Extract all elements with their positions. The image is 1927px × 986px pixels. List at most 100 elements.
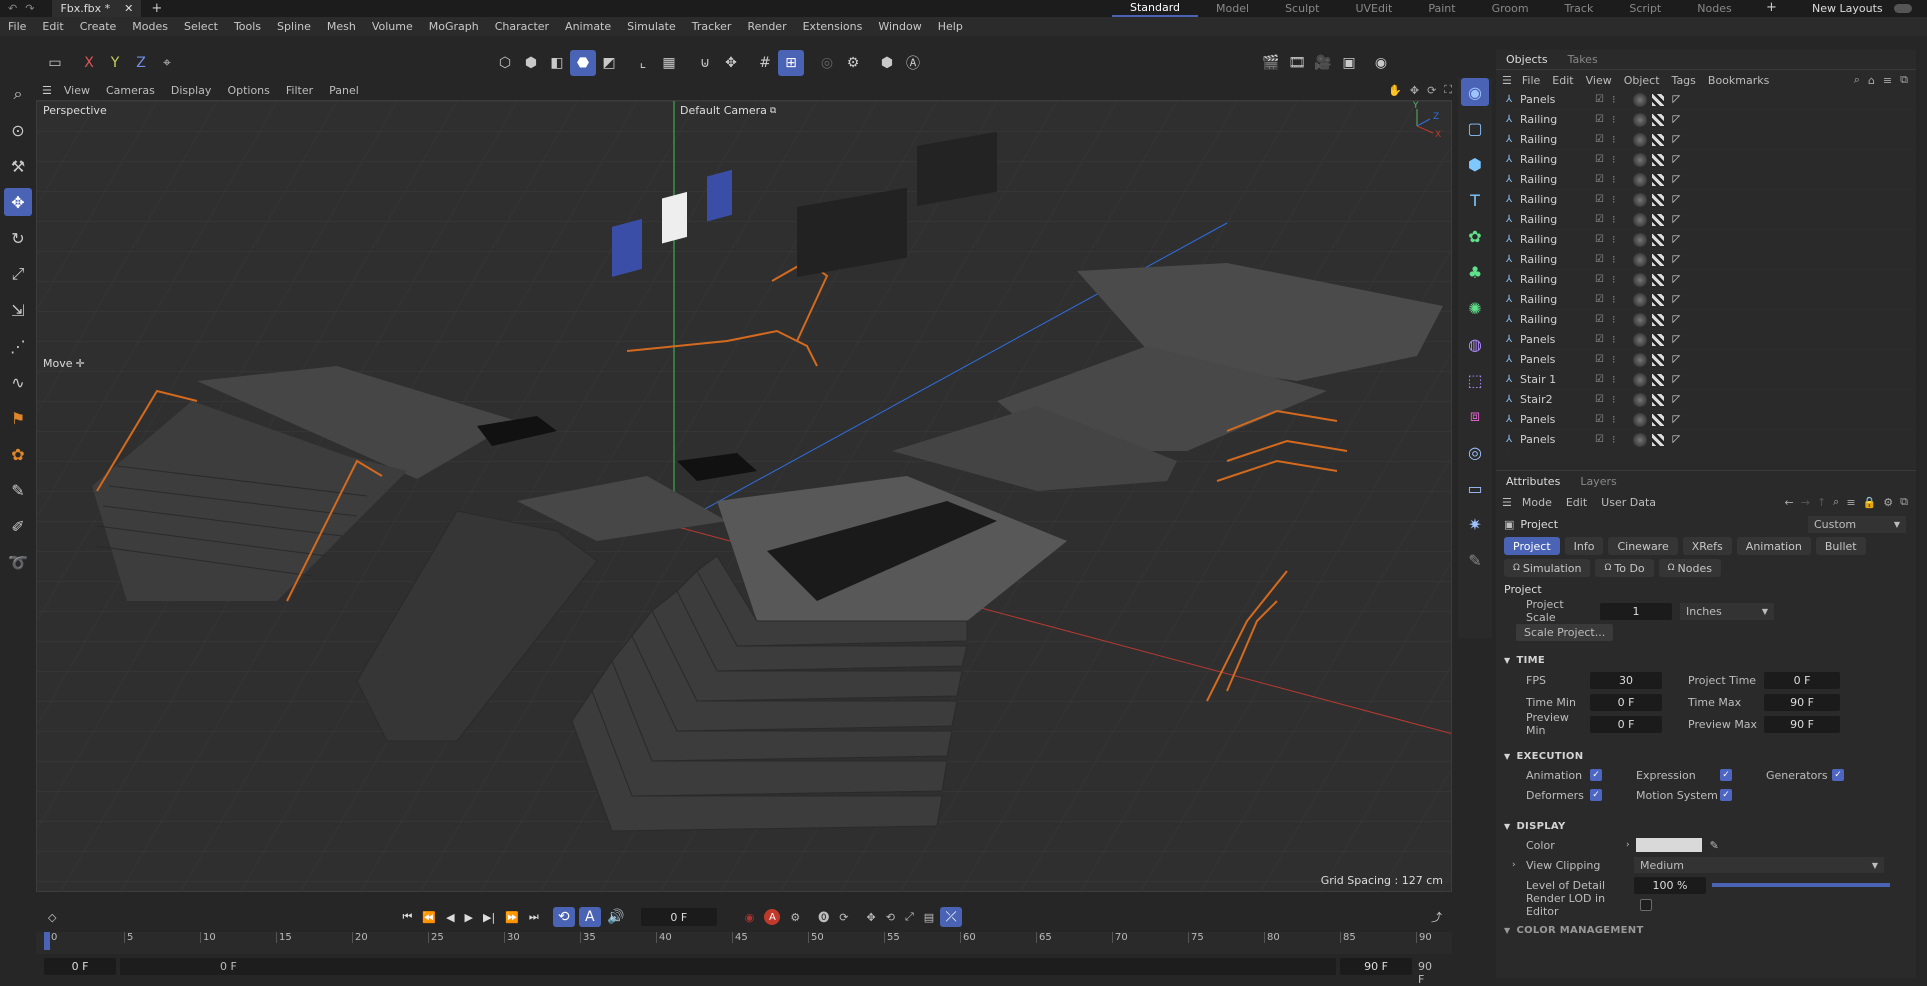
- object-row[interactable]: ⅄ Railing ☑ ⁝ ◸: [1506, 270, 1916, 290]
- autokey-icon[interactable]: A: [764, 909, 781, 925]
- uv-tag-icon[interactable]: [1652, 413, 1665, 426]
- layer-dots-icon[interactable]: ⁝: [1612, 213, 1616, 226]
- fps-field[interactable]: 30: [1590, 671, 1662, 689]
- attr-tab-info[interactable]: Info: [1564, 537, 1604, 555]
- model-mode-icon[interactable]: ⬣: [570, 50, 596, 76]
- material-tag-icon[interactable]: [1633, 272, 1648, 287]
- visibility-icon[interactable]: ☑: [1595, 314, 1604, 325]
- material-tag-icon[interactable]: [1633, 112, 1648, 127]
- object-row[interactable]: ⅄ Panels ☑ ⁝ ◸: [1506, 430, 1916, 450]
- objects-menu-file[interactable]: File: [1522, 74, 1540, 87]
- menu-file[interactable]: File: [8, 20, 26, 33]
- layer-dots-icon[interactable]: ⁝: [1612, 313, 1616, 326]
- menu-spline[interactable]: Spline: [277, 20, 311, 33]
- layout-tab-nodes[interactable]: Nodes: [1679, 0, 1749, 17]
- keyframe-icon[interactable]: ◇: [48, 911, 56, 924]
- record-icon[interactable]: ◉: [745, 911, 755, 924]
- lod-slider[interactable]: [1712, 883, 1890, 887]
- viewport[interactable]: Y X Z Perspective Default Camera ⧉ Move …: [36, 100, 1452, 892]
- object-row[interactable]: ⅄ Railing ☑ ⁝ ◸: [1506, 190, 1916, 210]
- menu-edit[interactable]: Edit: [42, 20, 63, 33]
- material-tag-icon[interactable]: [1633, 132, 1648, 147]
- search-icon[interactable]: ⌕: [1833, 495, 1839, 509]
- attr-tab-bullet[interactable]: Bullet: [1815, 537, 1866, 555]
- layer-dots-icon[interactable]: ⁝: [1612, 413, 1616, 426]
- deformers-checkbox[interactable]: ✓: [1590, 789, 1602, 801]
- brush-icon[interactable]: ⚑: [4, 404, 32, 432]
- menu-modes[interactable]: Modes: [132, 20, 168, 33]
- search-icon[interactable]: ⌕: [1854, 73, 1860, 87]
- axis-mode-icon[interactable]: ⌞: [630, 50, 656, 76]
- object-row[interactable]: ⅄ Panels ☑ ⁝ ◸: [1506, 410, 1916, 430]
- hamburger-icon[interactable]: ☰: [1502, 496, 1512, 509]
- key-rot-icon[interactable]: ⟳: [839, 911, 848, 924]
- go-to-end-icon[interactable]: ⏭: [529, 910, 539, 924]
- objects-menu-tags[interactable]: Tags: [1672, 74, 1696, 87]
- layout-tab-sculpt[interactable]: Sculpt: [1267, 0, 1337, 17]
- phong-tag-icon[interactable]: ◸: [1672, 134, 1680, 145]
- quantize-icon[interactable]: ✥: [718, 50, 744, 76]
- phong-tag-icon[interactable]: ◸: [1672, 234, 1680, 245]
- start-frame-field[interactable]: 0 F: [44, 957, 116, 975]
- viewport-solo-icon[interactable]: ▭: [42, 50, 68, 76]
- menu-animate[interactable]: Animate: [565, 20, 611, 33]
- material-tag-icon[interactable]: [1633, 172, 1648, 187]
- light-icon[interactable]: ✷: [1461, 510, 1489, 538]
- menu-select[interactable]: Select: [184, 20, 218, 33]
- previous-key-icon[interactable]: ⏪: [422, 911, 436, 924]
- camera-icon[interactable]: ▭: [1461, 474, 1489, 502]
- uv-tag-icon[interactable]: [1652, 193, 1665, 206]
- phong-tag-icon[interactable]: ◸: [1672, 414, 1680, 425]
- orbit-icon[interactable]: ⟳: [1427, 84, 1436, 97]
- paint-icon[interactable]: ✿: [4, 440, 32, 468]
- uv-tag-icon[interactable]: [1652, 253, 1665, 266]
- material-tag-icon[interactable]: [1633, 232, 1648, 247]
- attr-tab-simulation[interactable]: Ω Simulation: [1504, 559, 1591, 577]
- object-row[interactable]: ⅄ Railing ☑ ⁝ ◸: [1506, 130, 1916, 150]
- layer-dots-icon[interactable]: ⁝: [1612, 233, 1616, 246]
- x-axis-lock-icon[interactable]: X: [76, 50, 102, 76]
- uv-tag-icon[interactable]: [1652, 93, 1665, 106]
- uv-mode-icon[interactable]: ◩: [596, 50, 622, 76]
- menu-volume[interactable]: Volume: [372, 20, 413, 33]
- filter-icon[interactable]: ≡: [1846, 496, 1855, 509]
- tweak-icon[interactable]: ⚒: [4, 152, 32, 180]
- new-window-icon[interactable]: ⧉: [1900, 73, 1908, 87]
- close-icon[interactable]: ✕: [124, 2, 133, 15]
- material-tag-icon[interactable]: [1633, 292, 1648, 307]
- lod-field[interactable]: 100 %: [1634, 876, 1706, 894]
- object-row[interactable]: ⅄ Panels ☑ ⁝ ◸: [1506, 330, 1916, 350]
- menu-mode[interactable]: Mode: [1522, 496, 1552, 509]
- back-icon[interactable]: ←: [1785, 496, 1794, 509]
- scale-project-button[interactable]: Scale Project...: [1516, 623, 1614, 641]
- menu-edit[interactable]: Edit: [1566, 496, 1587, 509]
- material-tag-icon[interactable]: [1633, 332, 1648, 347]
- asset-browser-icon[interactable]: Ⓐ: [900, 50, 926, 76]
- expression-checkbox[interactable]: ✓: [1720, 769, 1732, 781]
- play-icon[interactable]: ▶: [465, 911, 473, 924]
- project-scale-field[interactable]: 1: [1600, 602, 1672, 620]
- current-frame-field[interactable]: 0 F: [640, 908, 717, 926]
- menu-tracker[interactable]: Tracker: [692, 20, 732, 33]
- material-tag-icon[interactable]: [1633, 312, 1648, 327]
- menu-render[interactable]: Render: [747, 20, 786, 33]
- time-min-field[interactable]: 0 F: [1590, 693, 1662, 711]
- pan-icon[interactable]: ✋: [1388, 84, 1402, 97]
- menu-mograph[interactable]: MoGraph: [429, 20, 479, 33]
- objects-menu-object[interactable]: Object: [1624, 74, 1660, 87]
- redshift-icon[interactable]: ◉: [1368, 50, 1394, 76]
- uv-tag-icon[interactable]: [1652, 353, 1665, 366]
- material-tag-icon[interactable]: [1633, 352, 1648, 367]
- motion-tracks-icon[interactable]: ▤: [924, 911, 934, 924]
- layer-dots-icon[interactable]: ⁝: [1612, 133, 1616, 146]
- visibility-icon[interactable]: ☑: [1595, 254, 1604, 265]
- add-layout-icon[interactable]: +: [1766, 0, 1777, 15]
- attr-tab-animation[interactable]: Animation: [1736, 537, 1811, 555]
- layer-dots-icon[interactable]: ⁝: [1612, 393, 1616, 406]
- render-region-icon[interactable]: ◎: [814, 50, 840, 76]
- visibility-icon[interactable]: ☑: [1595, 94, 1604, 105]
- material-icon[interactable]: ⬢: [874, 50, 900, 76]
- object-row[interactable]: ⅄ Railing ☑ ⁝ ◸: [1506, 250, 1916, 270]
- layer-dots-icon[interactable]: ⁝: [1612, 273, 1616, 286]
- maximize-icon[interactable]: ⛶: [1444, 83, 1452, 97]
